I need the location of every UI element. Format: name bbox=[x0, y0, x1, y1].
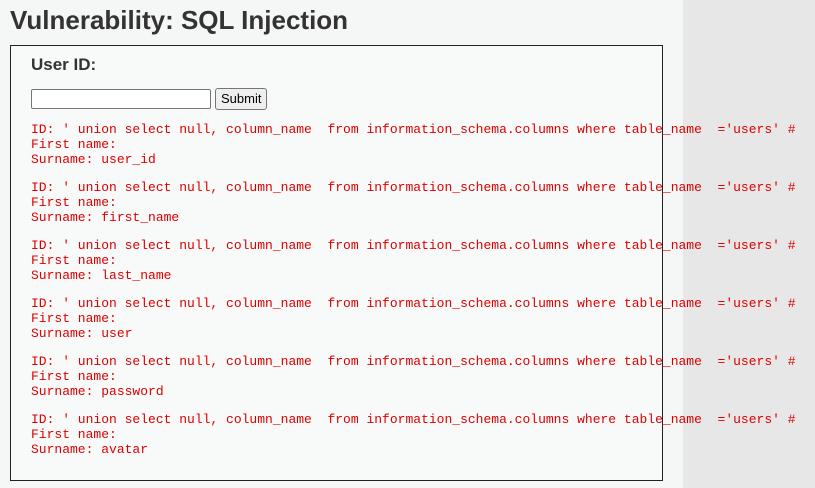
vulnerable-code-area: User ID: Submit ID: ' union select null,… bbox=[10, 45, 796, 481]
result-surname: Surname: password bbox=[31, 384, 164, 399]
user-id-label: User ID: bbox=[31, 55, 97, 74]
result-surname: Surname: last_name bbox=[31, 268, 172, 283]
result-id: ID: ' union select null, column_name fro… bbox=[31, 238, 796, 253]
results-list: ID: ' union select null, column_name fro… bbox=[31, 122, 815, 470]
result-item: ID: ' union select null, column_name fro… bbox=[31, 180, 815, 225]
result-item: ID: ' union select null, column_name fro… bbox=[31, 412, 815, 457]
result-surname: Surname: user bbox=[31, 326, 133, 341]
result-item: ID: ' union select null, column_name fro… bbox=[31, 122, 815, 167]
result-surname: Surname: user_id bbox=[31, 152, 156, 167]
result-first-name: First name: bbox=[31, 137, 125, 152]
result-id: ID: ' union select null, column_name fro… bbox=[31, 122, 796, 137]
result-surname: Surname: avatar bbox=[31, 442, 149, 457]
result-id: ID: ' union select null, column_name fro… bbox=[31, 412, 796, 427]
result-item: ID: ' union select null, column_name fro… bbox=[31, 296, 815, 341]
page-title: Vulnerability: SQL Injection bbox=[10, 5, 349, 35]
result-id: ID: ' union select null, column_name fro… bbox=[31, 354, 796, 369]
result-id: ID: ' union select null, column_name fro… bbox=[31, 296, 796, 311]
result-item: ID: ' union select null, column_name fro… bbox=[31, 238, 815, 283]
result-first-name: First name: bbox=[31, 311, 125, 326]
submit-button[interactable]: Submit bbox=[215, 88, 268, 110]
result-id: ID: ' union select null, column_name fro… bbox=[31, 180, 796, 195]
result-first-name: First name: bbox=[31, 253, 125, 268]
result-first-name: First name: bbox=[31, 195, 125, 210]
user-id-input[interactable] bbox=[31, 89, 211, 109]
result-item: ID: ' union select null, column_name fro… bbox=[31, 354, 815, 399]
result-surname: Surname: first_name bbox=[31, 210, 180, 225]
result-first-name: First name: bbox=[31, 427, 125, 442]
result-first-name: First name: bbox=[31, 369, 125, 384]
